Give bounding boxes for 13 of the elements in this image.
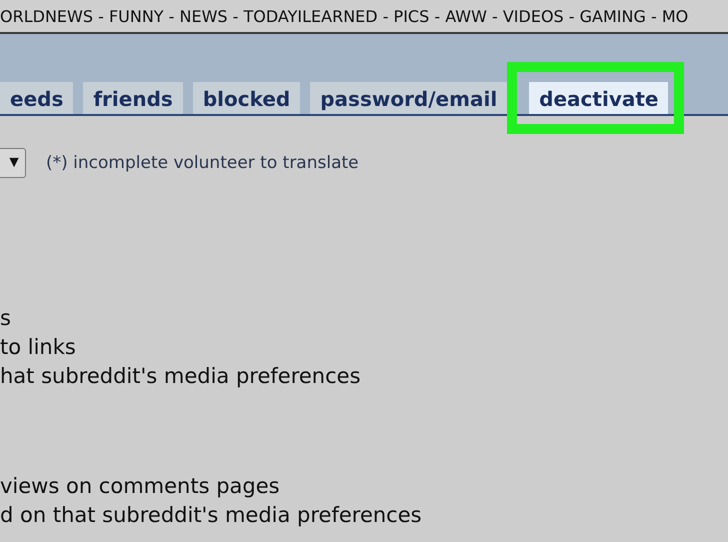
option-label: d on that subreddit's media preferences (0, 502, 423, 529)
translation-note: (*) incomplete volunteer to translate (46, 153, 359, 173)
tab[interactable]: blocked (192, 82, 300, 114)
tab[interactable]: password/email (310, 82, 508, 114)
option-label: hat subreddit's media preferences (0, 363, 362, 390)
tab[interactable]: eeds (0, 82, 74, 114)
option-label: to links (0, 334, 77, 361)
option-label: s (0, 305, 12, 332)
tab[interactable]: deactivate (529, 82, 668, 114)
option-label: views on comments pages (0, 473, 281, 500)
tab[interactable]: friends (83, 82, 183, 114)
subreddit-links[interactable]: ORLDNEWS - FUNNY - NEWS - TODAYILEARNED - PICS - AWW - VIDEOS - GAMING - MO (0, 6, 688, 26)
language-dropdown[interactable]: ▼ (0, 148, 26, 178)
